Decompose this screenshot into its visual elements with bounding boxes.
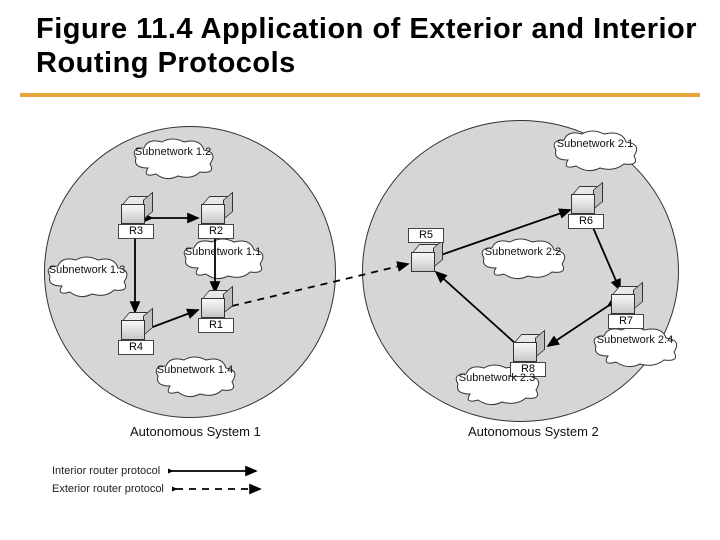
title-underline — [20, 93, 700, 97]
router-r7: R7 — [608, 286, 642, 314]
legend-row-exterior: Exterior router protocol — [52, 480, 264, 498]
subnet-label: Subnetwork 1.1 — [178, 238, 268, 258]
router-r8: R8 — [510, 334, 544, 362]
as1-caption: Autonomous System 1 — [130, 424, 261, 439]
subnet-label: Subnetwork 1.3 — [42, 256, 132, 276]
subnet-label: Subnetwork 2.3 — [450, 364, 544, 384]
cloud-subnet-2-1: Subnetwork 2.1 — [548, 130, 642, 172]
as2-caption: Autonomous System 2 — [468, 424, 599, 439]
legend-interior-label: Interior router protocol — [52, 465, 160, 477]
router-label: R4 — [118, 340, 154, 355]
router-r2: R2 — [198, 196, 232, 224]
cloud-subnet-1-3: Subnetwork 1.3 — [42, 256, 132, 298]
router-label: R5 — [408, 228, 444, 243]
cloud-subnet-2-4: Subnetwork 2.4 — [588, 326, 682, 368]
router-label: R3 — [118, 224, 154, 239]
cloud-subnet-2-3: Subnetwork 2.3 — [450, 364, 544, 406]
cloud-subnet-1-1: Subnetwork 1.1 — [178, 238, 268, 280]
figure-title: Figure 11.4 Application of Exterior and … — [36, 12, 720, 80]
router-r4: R4 — [118, 312, 152, 340]
router-label: R2 — [198, 224, 234, 239]
subnet-label: Subnetwork 1.2 — [128, 138, 218, 158]
router-label: R1 — [198, 318, 234, 333]
legend-interior-swatch — [168, 464, 260, 478]
subnet-label: Subnetwork 2.4 — [588, 326, 682, 346]
cloud-subnet-1-2: Subnetwork 1.2 — [128, 138, 218, 180]
cloud-subnet-1-4: Subnetwork 1.4 — [150, 356, 240, 398]
subnet-label: Subnetwork 2.2 — [476, 238, 570, 258]
router-label: R6 — [568, 214, 604, 229]
legend-exterior-label: Exterior router protocol — [52, 483, 164, 495]
legend: Interior router protocol Exterior router… — [52, 462, 264, 498]
router-r5: R5 — [408, 244, 442, 272]
router-r1: R1 — [198, 290, 232, 318]
router-r3: R3 — [118, 196, 152, 224]
cloud-subnet-2-2: Subnetwork 2.2 — [476, 238, 570, 280]
subnet-label: Subnetwork 2.1 — [548, 130, 642, 150]
router-r6: R6 — [568, 186, 602, 214]
subnet-label: Subnetwork 1.4 — [150, 356, 240, 376]
legend-exterior-swatch — [172, 482, 264, 496]
slide: Figure 11.4 Application of Exterior and … — [0, 0, 720, 540]
legend-row-interior: Interior router protocol — [52, 462, 264, 480]
